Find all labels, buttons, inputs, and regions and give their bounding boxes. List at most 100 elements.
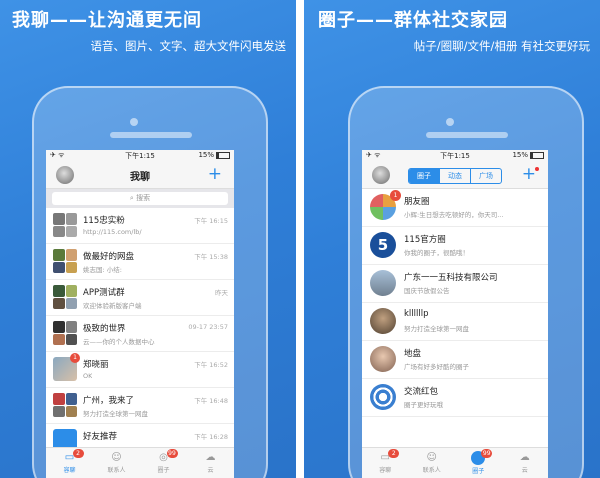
item-preview: 云——你的个人数据中心 xyxy=(83,338,155,346)
phone-speaker xyxy=(426,132,508,138)
item-name: 115官方圈 xyxy=(404,235,446,245)
list-item[interactable]: 广东一一五科技有限公司 国庆节放假公告 xyxy=(362,265,548,303)
search-input[interactable]: ⌕ 搜索 xyxy=(52,192,228,205)
group-avatar xyxy=(53,249,77,273)
item-name: 好友推荐 xyxy=(83,432,118,442)
item-preview: 圈子更好玩哦 xyxy=(404,401,443,409)
list-item[interactable]: 做最好的网盘 姚志国: 小结: 下午 15:38 xyxy=(46,244,234,280)
list-item[interactable]: 交流红包 圈子更好玩哦 xyxy=(362,379,548,417)
tab-circle[interactable]: 99 圈子 xyxy=(455,448,502,478)
add-icon[interactable]: + xyxy=(208,164,222,184)
panel-subline: 帖子/圈聊/文件/相册 有社交更好玩 xyxy=(413,39,590,53)
battery-indicator: 15% xyxy=(198,151,230,159)
nav-bar: 圈子 动态 广场 + xyxy=(362,162,548,189)
item-time: 下午 16:52 xyxy=(194,361,228,369)
list-item[interactable]: 极致的世界 云——你的个人数据中心 09-17 23:57 xyxy=(46,316,234,352)
status-bar: ✈ ᯤ 下午1:15 15% xyxy=(46,150,234,162)
official-circle-avatar: 5 xyxy=(370,232,396,258)
item-time: 09-17 23:57 xyxy=(188,323,228,331)
promo-panel-circle: 圈子——群体社交家园 帖子/圈聊/文件/相册 有社交更好玩 ✈ ᯤ 下午1:15… xyxy=(304,0,600,478)
item-name: 极致的世界 xyxy=(83,324,126,334)
item-name: kllllllp xyxy=(404,309,429,319)
page-title: 我聊 xyxy=(130,172,150,183)
company-avatar xyxy=(370,270,396,296)
tab-cloud[interactable]: ☁ 云 xyxy=(187,448,234,478)
item-name: 地盘 xyxy=(404,349,422,359)
group-avatar xyxy=(53,213,77,237)
item-name: APP测试群 xyxy=(83,288,125,298)
segment-circle[interactable]: 圈子 xyxy=(409,169,439,183)
tab-label: 云 xyxy=(207,467,214,474)
tab-badge: 2 xyxy=(72,449,84,458)
cloud-icon: ☁ xyxy=(205,452,216,463)
list-item[interactable]: 广州，我来了 努力打造全球第一网盘 下午 16:48 xyxy=(46,388,234,424)
tab-bar: ▭ 2 容聊 ☺ 联系人 ◎ 99 圈子 ☁ 云 xyxy=(46,447,234,478)
panel-subline: 语音、图片、文字、超大文件闪电发送 xyxy=(90,39,287,53)
tab-cloud[interactable]: ☁ 云 xyxy=(502,448,549,478)
phone-screen: ✈ ᯤ 下午1:15 15% 圈子 动态 广场 + 1 朋友圈 小辉:生日想去吃… xyxy=(362,150,548,478)
item-time: 下午 16:48 xyxy=(194,397,228,405)
item-preview: 小辉:生日想去吃顿好的，你天司... xyxy=(404,211,504,219)
segment-feed[interactable]: 动态 xyxy=(439,169,470,183)
list-item[interactable]: 1 郑晓丽 OK 下午 16:52 xyxy=(46,352,234,388)
list-item[interactable]: 115忠实粉 http://115.com/lb/ 下午 16:15 xyxy=(46,208,234,244)
segment-square[interactable]: 广场 xyxy=(470,169,501,183)
item-time: 下午 15:38 xyxy=(194,253,228,261)
tab-chat[interactable]: ▭ 2 容聊 xyxy=(46,448,93,478)
tab-badge: 2 xyxy=(388,449,400,458)
battery-indicator: 15% xyxy=(512,151,544,159)
list-item[interactable]: 5 115官方圈 你我的圈子，很酷哦！ xyxy=(362,227,548,265)
list-item[interactable]: kllllllp 努力打造全球第一网盘 xyxy=(362,303,548,341)
tab-label: 容聊 xyxy=(379,467,392,474)
unread-badge: 1 xyxy=(390,190,401,201)
panel-headline: 圈子——群体社交家园 xyxy=(318,10,508,31)
tab-chat[interactable]: ▭ 2 容聊 xyxy=(362,448,409,478)
contacts-icon: ☺ xyxy=(426,452,437,463)
tab-label: 圈子 xyxy=(157,467,170,474)
tab-contacts[interactable]: ☺ 联系人 xyxy=(409,448,456,478)
battery-percent: 15% xyxy=(512,151,528,159)
item-preview: OK xyxy=(83,372,93,380)
avatar[interactable] xyxy=(372,166,390,184)
tab-contacts[interactable]: ☺ 联系人 xyxy=(93,448,140,478)
user-avatar xyxy=(370,346,396,372)
tab-label: 云 xyxy=(521,467,528,474)
user-avatar xyxy=(370,308,396,334)
group-avatar xyxy=(53,285,77,309)
tab-label: 联系人 xyxy=(422,467,441,474)
contacts-icon: ☺ xyxy=(111,452,122,463)
tab-circle[interactable]: ◎ 99 圈子 xyxy=(140,448,187,478)
list-item[interactable]: APP测试群 欢迎体验新版客户端 昨天 xyxy=(46,280,234,316)
add-icon[interactable]: + xyxy=(522,164,536,184)
search-bar: ⌕ 搜索 xyxy=(46,189,234,208)
tab-badge: 99 xyxy=(481,449,493,458)
item-name: 115忠实粉 xyxy=(83,216,125,226)
item-name: 广东一一五科技有限公司 xyxy=(404,273,498,283)
tab-label: 圈子 xyxy=(472,468,485,475)
unread-badge: 1 xyxy=(70,353,80,363)
cloud-icon: ☁ xyxy=(519,452,530,463)
tab-label: 容聊 xyxy=(63,467,76,474)
status-bar: ✈ ᯤ 下午1:15 15% xyxy=(362,150,548,162)
item-time: 下午 16:28 xyxy=(194,433,228,441)
item-preview: 欢迎体验新版客户端 xyxy=(83,302,142,310)
panel-headline: 我聊——让沟通更无间 xyxy=(12,10,202,31)
item-time: 下午 16:15 xyxy=(194,217,228,225)
tab-label: 联系人 xyxy=(107,467,126,474)
search-placeholder: 搜索 xyxy=(136,194,151,202)
promo-panel-chat: 我聊——让沟通更无间 语音、图片、文字、超大文件闪电发送 ✈ ᯤ 下午1:15 … xyxy=(0,0,296,478)
phone-screen: ✈ ᯤ 下午1:15 15% 我聊 + ⌕ 搜索 115忠实粉 http://1… xyxy=(46,150,234,478)
battery-percent: 15% xyxy=(198,151,214,159)
list-item[interactable]: 1 朋友圈 小辉:生日想去吃顿好的，你天司... xyxy=(362,189,548,227)
list-item[interactable]: 地盘 广场有好多好酷的圈子 xyxy=(362,341,548,379)
nav-bar: 我聊 + xyxy=(46,162,234,189)
item-name: 做最好的网盘 xyxy=(83,252,135,262)
red-packet-avatar xyxy=(370,384,396,410)
item-preview: 国庆节放假公告 xyxy=(404,287,450,295)
tab-bar: ▭ 2 容聊 ☺ 联系人 99 圈子 ☁ 云 xyxy=(362,447,548,478)
tab-badge: 99 xyxy=(166,449,178,458)
phone-camera xyxy=(130,118,138,126)
notification-dot xyxy=(535,167,539,171)
group-avatar xyxy=(53,393,77,417)
item-preview: 姚志国: 小结: xyxy=(83,266,122,274)
